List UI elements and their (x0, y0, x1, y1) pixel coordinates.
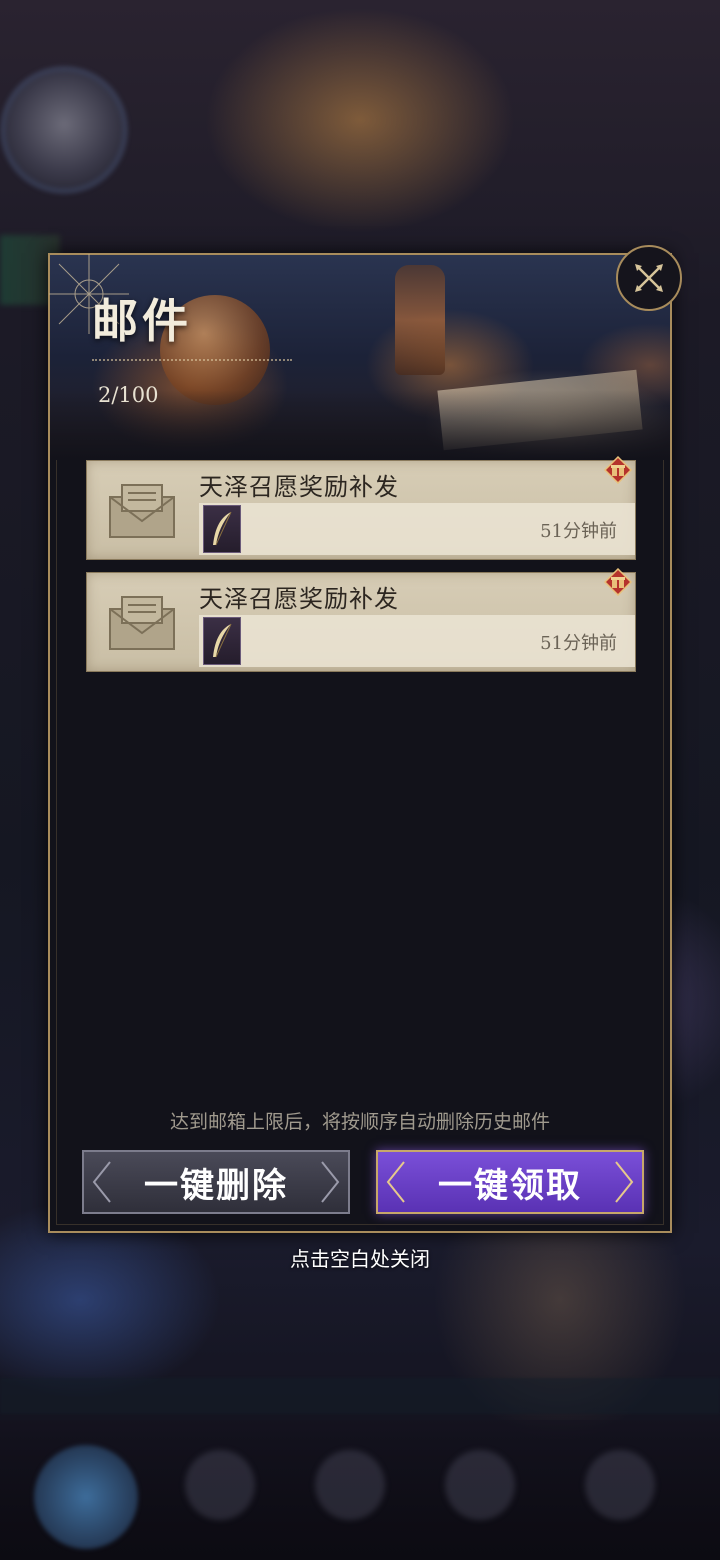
mail-counter: 2/100 (98, 383, 159, 407)
background-ticker (0, 1378, 720, 1414)
mail-time: 51分钟前 (540, 521, 617, 542)
mail-item[interactable]: 天泽召愿奖励补发 51分钟前 (86, 568, 636, 672)
bottom-nav-item (445, 1450, 515, 1520)
mail-attachment-row: 51分钟前 (199, 615, 635, 667)
close-button[interactable] (616, 245, 682, 311)
ornament-left-icon (92, 1161, 111, 1203)
claim-all-label: 一键领取 (438, 1165, 582, 1206)
mail-attachment-row: 51分钟前 (199, 503, 635, 555)
feather-quill-icon (203, 617, 241, 665)
mail-item[interactable]: 天泽召愿奖励补发 51分钟前 (86, 456, 636, 560)
dialog-title: 邮件 (92, 294, 192, 348)
bottom-nav-item (185, 1450, 255, 1520)
mail-dialog: 邮件 2/100 天泽召愿奖励补发 51分钟前 天泽召愿奖励补发 51分钟前 达… (48, 245, 682, 1233)
title-divider (92, 359, 292, 361)
ornament-left-icon (386, 1161, 405, 1203)
banner-paper (437, 369, 643, 451)
mail-title: 天泽召愿奖励补发 (199, 585, 399, 613)
mailbox-limit-hint: 达到邮箱上限后，将按顺序自动删除历史邮件 (169, 1111, 550, 1133)
delete-all-button[interactable]: 一键删除 (82, 1150, 350, 1214)
bottom-nav-item (315, 1450, 385, 1520)
gift-icon (603, 455, 633, 485)
close-x-icon (635, 264, 663, 292)
bottom-nav-main-icon (34, 1445, 138, 1549)
banner-lantern (395, 265, 445, 375)
ornament-right-icon (615, 1161, 634, 1203)
bottom-nav-item (585, 1450, 655, 1520)
mail-title: 天泽召愿奖励补发 (199, 473, 399, 501)
delete-all-label: 一键删除 (144, 1165, 288, 1206)
tap-outside-to-close-hint: 点击空白处关闭 (290, 1247, 430, 1271)
claim-all-button[interactable]: 一键领取 (376, 1150, 644, 1214)
envelope-icon (97, 471, 187, 551)
feather-quill-icon (203, 505, 241, 553)
mail-list: 天泽召愿奖励补发 51分钟前 天泽召愿奖励补发 51分钟前 (86, 456, 638, 684)
gift-icon (603, 567, 633, 597)
player-avatar (6, 72, 122, 188)
mail-time: 51分钟前 (540, 633, 617, 654)
envelope-icon (97, 583, 187, 663)
ornament-right-icon (321, 1161, 340, 1203)
